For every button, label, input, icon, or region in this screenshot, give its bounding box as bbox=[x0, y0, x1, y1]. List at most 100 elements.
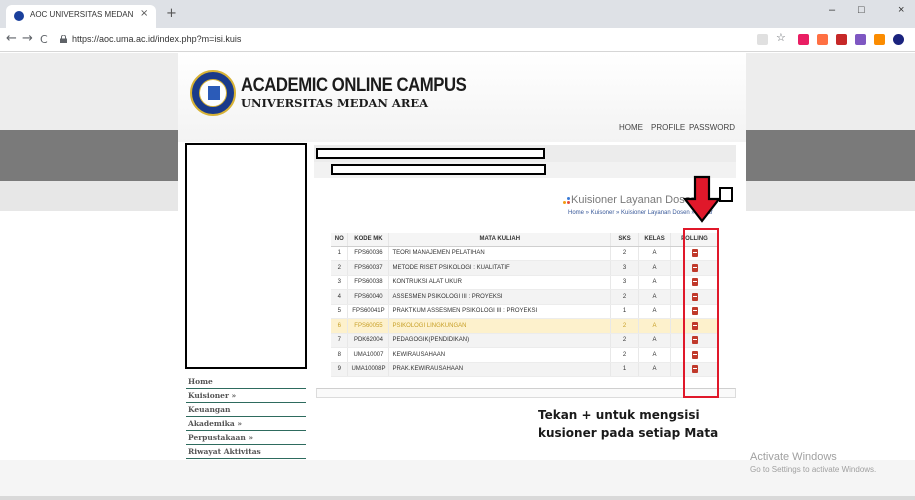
course-code: FPS60040 bbox=[347, 289, 390, 305]
table-header-row: NO KODE MK MATA KULIAH SKS KELAS POLLING bbox=[331, 233, 719, 247]
back-button[interactable]: ← bbox=[6, 31, 17, 46]
table-row: 4 FPS60040 ASSESMEN PSIKOLOGI III : PROY… bbox=[331, 289, 719, 305]
course-credits: 2 bbox=[610, 289, 640, 305]
course-credits: 1 bbox=[610, 304, 640, 319]
row-number: 2 bbox=[331, 260, 349, 276]
extension-icon-1[interactable] bbox=[798, 34, 809, 45]
course-name: PEDAGOGIK(PENDIDIKAN) bbox=[388, 333, 612, 348]
activate-windows-subtitle: Go to Settings to activate Windows. bbox=[750, 465, 877, 474]
nav-home-link[interactable]: HOME bbox=[619, 123, 643, 132]
address-bar[interactable]: https://aoc.uma.ac.id/index.php?m=isi.ku… bbox=[58, 31, 698, 49]
sidebar-item-keuangan[interactable]: Keuangan bbox=[186, 403, 306, 417]
course-name: KEWIRAUSAHAAN bbox=[388, 347, 612, 363]
extension-icon-2[interactable] bbox=[817, 34, 828, 45]
new-tab-button[interactable]: + bbox=[166, 6, 177, 21]
browser-tab[interactable]: AOC UNIVERSITAS MEDAN AREA × bbox=[6, 5, 156, 28]
course-name: PSIKOLOGI LINGKUNGAN bbox=[388, 318, 612, 334]
university-seal-logo bbox=[190, 70, 236, 116]
sidebar-item-akademika[interactable]: Akademika » bbox=[186, 417, 306, 431]
course-class: A bbox=[638, 347, 672, 363]
course-class: A bbox=[638, 333, 672, 348]
row-number: 7 bbox=[331, 333, 349, 348]
course-table: NO KODE MK MATA KULIAH SKS KELAS POLLING… bbox=[331, 233, 719, 379]
browser-tab-bar: AOC UNIVERSITAS MEDAN AREA × + – □ × bbox=[0, 0, 915, 28]
heading-dots-icon bbox=[563, 197, 571, 205]
seal-emblem bbox=[208, 86, 220, 100]
row-number: 3 bbox=[331, 275, 349, 290]
course-class: A bbox=[638, 275, 672, 290]
down-arrow-icon bbox=[683, 175, 721, 223]
extension-icon-4[interactable] bbox=[855, 34, 866, 45]
column-header: KODE MK bbox=[347, 233, 390, 247]
course-credits: 3 bbox=[610, 275, 640, 290]
bookmark-star-icon[interactable]: ☆ bbox=[776, 31, 787, 44]
close-window-button[interactable]: × bbox=[898, 4, 904, 16]
course-class: A bbox=[638, 304, 672, 319]
course-name: KONTRUKSI ALAT UKUR bbox=[388, 275, 612, 290]
extension-icon-3[interactable] bbox=[836, 34, 847, 45]
redacted-info-bar bbox=[331, 164, 546, 175]
column-header: KELAS bbox=[638, 233, 672, 247]
course-name: ASSESMEN PSIKOLOGI III : PROYEKSI bbox=[388, 289, 612, 305]
activate-windows-title: Activate Windows bbox=[750, 451, 837, 463]
page-heading: Kuisioner Layanan Dosen bbox=[571, 194, 697, 206]
lock-icon bbox=[60, 35, 67, 43]
redacted-profile-box bbox=[185, 143, 307, 369]
course-code: PDK62004 bbox=[347, 333, 390, 348]
row-number: 4 bbox=[331, 289, 349, 305]
column-header: SKS bbox=[610, 233, 640, 247]
table-row: 7 PDK62004 PEDAGOGIK(PENDIDIKAN) 2 A bbox=[331, 333, 719, 348]
seal-inner bbox=[199, 79, 227, 107]
redacted-small-box bbox=[719, 187, 733, 202]
extension-icon-5[interactable] bbox=[874, 34, 885, 45]
site-subtitle: UNIVERSITAS MEDAN AREA bbox=[241, 96, 429, 110]
course-name: METODE RISET PSIKOLOGI : KUALITATIF bbox=[388, 260, 612, 276]
forward-button[interactable]: → bbox=[22, 31, 33, 46]
course-code: FPS60041P bbox=[347, 304, 390, 319]
redacted-name-bar bbox=[316, 148, 545, 159]
minimize-button[interactable]: – bbox=[829, 4, 835, 16]
sidebar-menu: Home Kuisioner » Keuangan Akademika » Pe… bbox=[186, 375, 306, 459]
course-code: UMA10008P bbox=[347, 362, 390, 377]
tab-title: AOC UNIVERSITAS MEDAN AREA bbox=[30, 10, 134, 19]
course-name: TEORI MANAJEMEN PELATIHAN bbox=[388, 246, 612, 261]
table-row: 9 UMA10008P PRAK.KEWIRAUSAHAAN 1 A bbox=[331, 362, 719, 377]
course-code: FPS60055 bbox=[347, 318, 390, 334]
course-class: A bbox=[638, 260, 672, 276]
nav-password-link[interactable]: PASSWORD bbox=[689, 123, 735, 132]
profile-avatar[interactable] bbox=[893, 34, 904, 45]
browser-toolbar: ← → C https://aoc.uma.ac.id/index.php?m=… bbox=[0, 28, 915, 52]
course-credits: 2 bbox=[610, 333, 640, 348]
reload-button[interactable]: C bbox=[40, 33, 48, 46]
sidebar-item-perpustakaan[interactable]: Perpustakaan » bbox=[186, 431, 306, 445]
site-favicon-icon bbox=[14, 11, 24, 21]
translate-icon[interactable] bbox=[757, 34, 768, 45]
table-row: 1 FPS60036 TEORI MANAJEMEN PELATIHAN 2 A bbox=[331, 246, 719, 261]
tab-close-icon[interactable]: × bbox=[140, 8, 148, 19]
maximize-button[interactable]: □ bbox=[858, 4, 865, 16]
course-credits: 1 bbox=[610, 362, 640, 377]
course-code: FPS60037 bbox=[347, 260, 390, 276]
course-code: FPS60036 bbox=[347, 246, 390, 261]
row-number: 5 bbox=[331, 304, 349, 319]
course-class: A bbox=[638, 289, 672, 305]
row-number: 6 bbox=[331, 318, 349, 334]
course-credits: 2 bbox=[610, 347, 640, 363]
course-name: PRAK.KEWIRAUSAHAAN bbox=[388, 362, 612, 377]
sidebar-item-riwayat-aktivitas[interactable]: Riwayat Aktivitas bbox=[186, 445, 306, 459]
instruction-text-line-1: Tekan + untuk mengsisi bbox=[538, 408, 700, 422]
table-row: 8 UMA10007 KEWIRAUSAHAAN 2 A bbox=[331, 347, 719, 363]
course-credits: 3 bbox=[610, 260, 640, 276]
sidebar-item-home[interactable]: Home bbox=[186, 375, 306, 389]
polling-column-highlight bbox=[683, 228, 719, 398]
sidebar-item-kuisioner[interactable]: Kuisioner » bbox=[186, 389, 306, 403]
column-header: NO bbox=[331, 233, 349, 247]
row-number: 8 bbox=[331, 347, 349, 363]
column-header: MATA KULIAH bbox=[388, 233, 612, 247]
nav-profile-link[interactable]: PROFILE bbox=[651, 123, 685, 132]
course-class: A bbox=[638, 246, 672, 261]
course-class: A bbox=[638, 362, 672, 377]
course-code: FPS60038 bbox=[347, 275, 390, 290]
table-row: 5 FPS60041P PRAKTKUM ASSESMEN PSIKOLOGI … bbox=[331, 304, 719, 319]
course-class: A bbox=[638, 318, 672, 334]
